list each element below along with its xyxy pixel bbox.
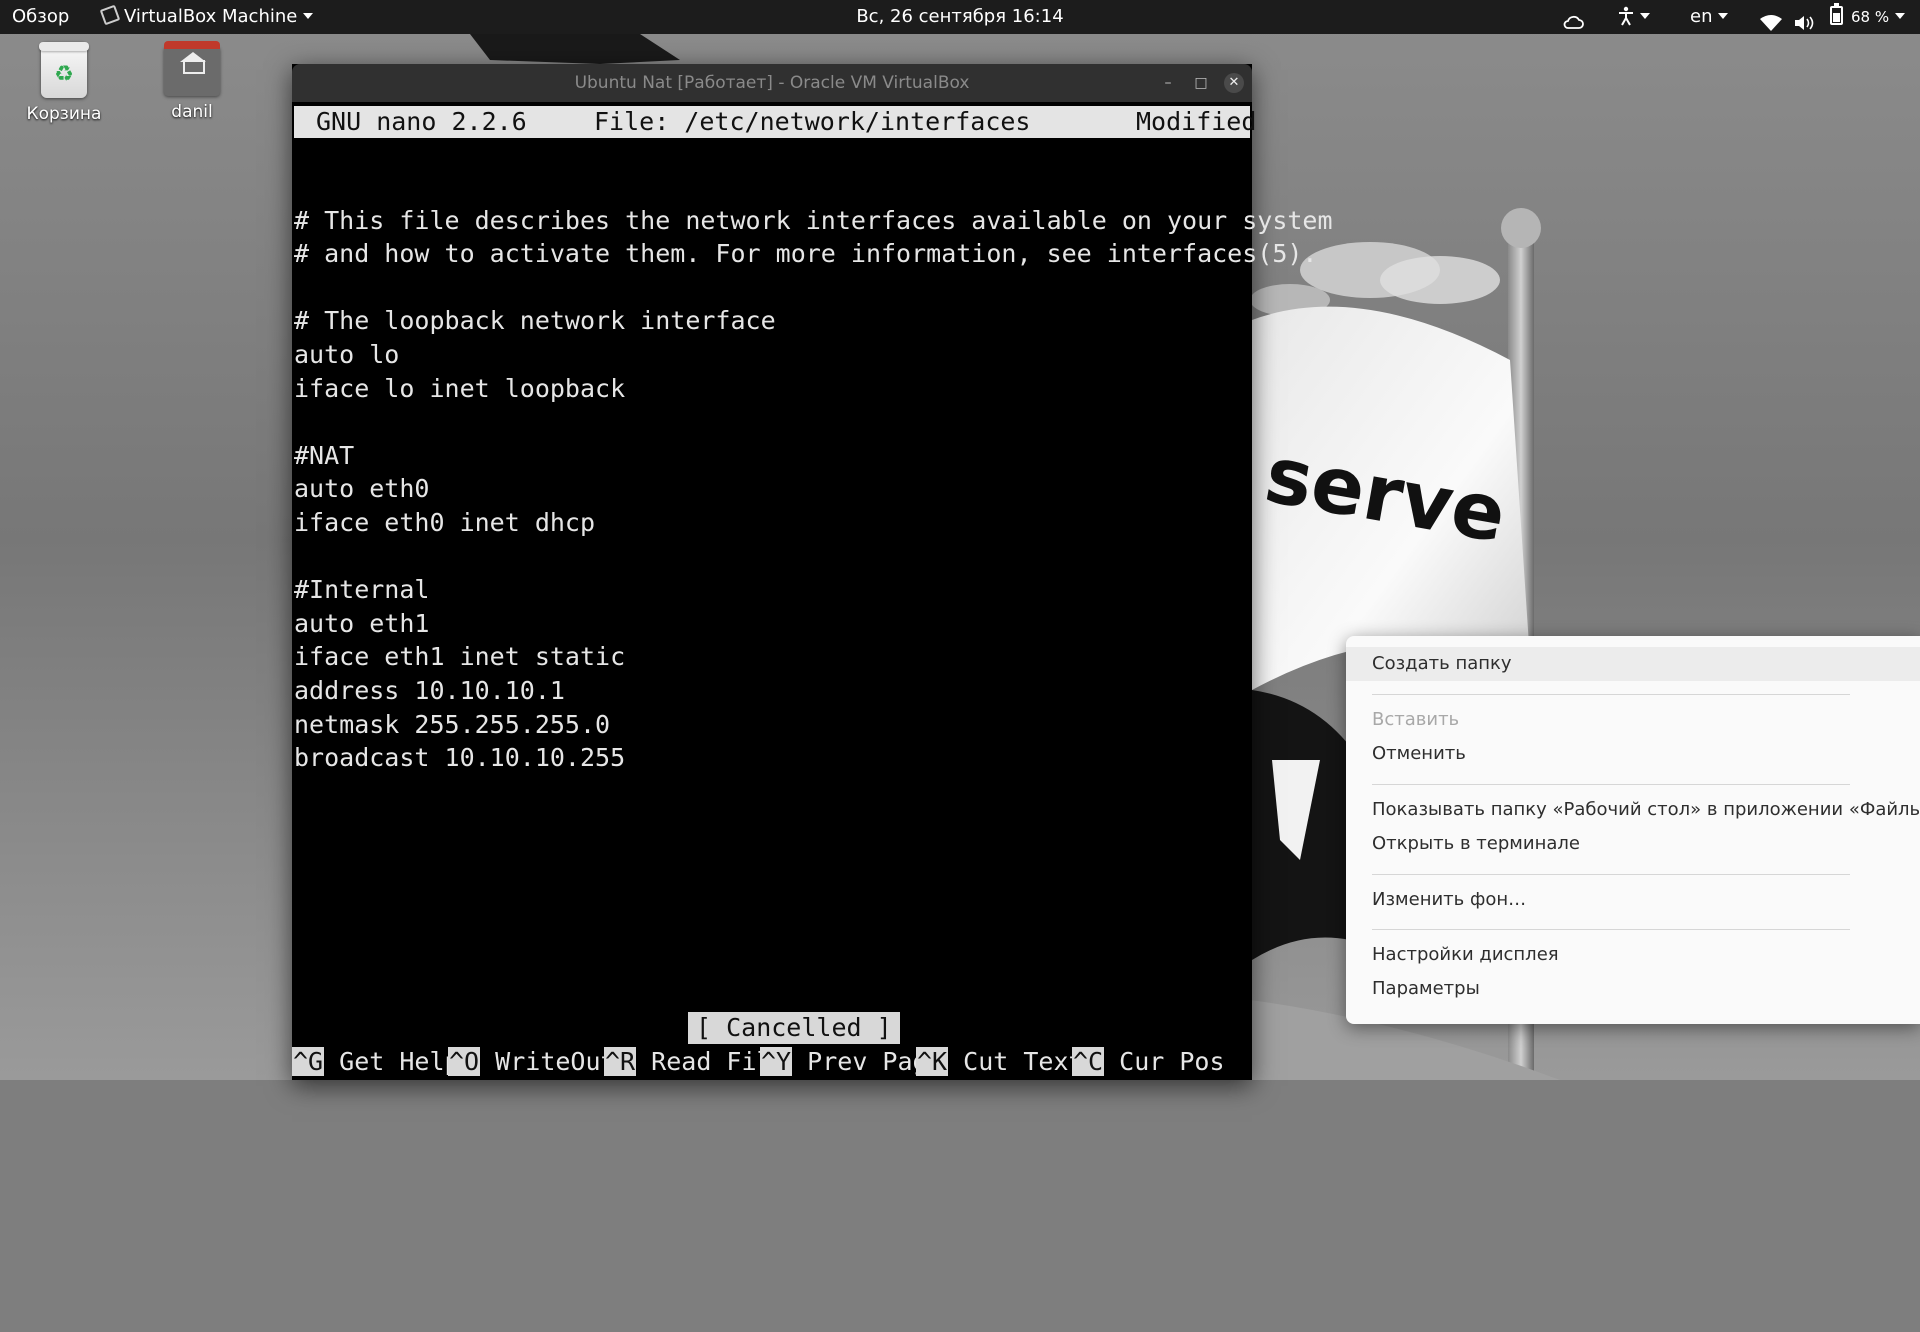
- shortcut-key: ^C: [1072, 1047, 1105, 1076]
- nano-line: [294, 170, 1234, 204]
- nano-status-message: [ Cancelled ]: [688, 1012, 900, 1044]
- menu-separator: [1372, 874, 1850, 875]
- menu-item-undo[interactable]: Отменить: [1346, 737, 1920, 771]
- chevron-down-icon: [303, 13, 314, 19]
- nano-line: netmask 255.255.255.0: [294, 709, 611, 739]
- nano-shortcut-bar: ^G Get Help ^O WriteOut ^R Read File ^Y …: [292, 1044, 1252, 1080]
- language-menu[interactable]: en: [1690, 0, 1729, 34]
- shortcut-cut-text: ^K Cut Text: [916, 1044, 1084, 1080]
- maximize-button[interactable]: □: [1191, 73, 1211, 93]
- trash-icon: ♻: [39, 42, 89, 98]
- menu-item-paste[interactable]: Вставить: [1346, 703, 1920, 737]
- top-bar: Обзор VirtualBox Machine Вс, 26 сентября…: [0, 0, 1920, 34]
- close-button[interactable]: ✕: [1224, 73, 1244, 93]
- nano-line: iface eth1 inet static: [294, 642, 626, 672]
- nano-line: iface lo inet loopback: [294, 373, 626, 403]
- clock[interactable]: Вс, 26 сентября 16:14: [856, 6, 1063, 27]
- shortcut-cur-pos: ^C Cur Pos: [1072, 1044, 1225, 1080]
- nano-header: GNU nano 2.2.6 File: /etc/network/interf…: [294, 106, 1256, 138]
- virtualbox-icon: [99, 4, 121, 26]
- window-title: Ubuntu Nat [Работает] - Oracle VM Virtua…: [574, 73, 970, 93]
- battery-percent: 68 %: [1851, 8, 1890, 26]
- menu-separator: [1372, 929, 1850, 930]
- nano-text-area[interactable]: # This file describes the network interf…: [294, 170, 1333, 775]
- shortcut-label: WriteOut: [495, 1047, 616, 1076]
- shortcut-writeout: ^O WriteOut: [448, 1044, 616, 1080]
- shortcut-label: Cut Text: [963, 1047, 1084, 1076]
- nano-line: [294, 540, 1234, 574]
- nano-line: auto eth0: [294, 474, 430, 504]
- wifi-icon[interactable]: [1760, 9, 1782, 31]
- chevron-down-icon: [1640, 13, 1650, 19]
- window-titlebar[interactable]: Ubuntu Nat [Работает] - Oracle VM Virtua…: [292, 64, 1252, 102]
- accessibility-icon: [1619, 6, 1633, 26]
- virtualbox-window[interactable]: Ubuntu Nat [Работает] - Oracle VM Virtua…: [292, 64, 1333, 1080]
- nano-line: [294, 271, 1234, 305]
- chevron-down-icon: [1895, 13, 1906, 19]
- menu-item-change-background[interactable]: Изменить фон…: [1346, 883, 1920, 917]
- app-menu[interactable]: VirtualBox Machine: [99, 0, 314, 34]
- nano-line: auto lo: [294, 339, 400, 369]
- shortcut-key: ^K: [916, 1047, 949, 1076]
- app-menu-label: VirtualBox Machine: [124, 6, 298, 27]
- cloud-icon[interactable]: [1562, 8, 1584, 29]
- minimize-button[interactable]: –: [1158, 73, 1178, 93]
- nano-filename: File: /etc/network/interfaces: [594, 107, 1031, 136]
- desktop-icon-home[interactable]: danil: [142, 41, 242, 122]
- shortcut-key: ^G: [292, 1047, 325, 1076]
- desktop-context-menu: Создать папку Вставить Отменить Показыва…: [1346, 636, 1920, 1024]
- nano-line: # This file describes the network interf…: [294, 205, 1333, 235]
- nano-line: # and how to activate them. For more inf…: [294, 239, 1318, 269]
- shortcut-key: ^R: [604, 1047, 637, 1076]
- nano-editor[interactable]: GNU nano 2.2.6 File: /etc/network/interf…: [292, 102, 1333, 1080]
- menu-item-settings[interactable]: Параметры: [1346, 972, 1920, 1006]
- nano-line: iface eth0 inet dhcp: [294, 507, 596, 537]
- nano-line: address 10.10.10.1: [294, 675, 565, 705]
- shortcut-label: Cur Pos: [1119, 1047, 1225, 1076]
- desktop-icon-trash[interactable]: ♻ Корзина: [14, 42, 114, 124]
- nano-modified-flag: Modified: [1136, 107, 1257, 136]
- menu-item-open-terminal[interactable]: Открыть в терминале: [1346, 827, 1920, 861]
- desktop-icon-label: danil: [171, 102, 213, 122]
- nano-line: #Internal: [294, 575, 430, 605]
- nano-line: # The loopback network interface: [294, 306, 776, 336]
- shortcut-key: ^Y: [760, 1047, 793, 1076]
- shortcut-get-help: ^G Get Help: [292, 1044, 460, 1080]
- home-folder-icon: [164, 41, 220, 96]
- shortcut-key: ^O: [448, 1047, 481, 1076]
- menu-item-display-settings[interactable]: Настройки дисплея: [1346, 938, 1920, 972]
- battery-status[interactable]: 68 %: [1830, 0, 1906, 34]
- nano-line: [294, 405, 1234, 439]
- shortcut-label: Get Help: [339, 1047, 460, 1076]
- menu-item-show-in-files[interactable]: Показывать папку «Рабочий стол» в прилож…: [1346, 793, 1920, 827]
- nano-line: broadcast 10.10.10.255: [294, 743, 626, 773]
- nano-line: auto eth1: [294, 608, 430, 638]
- desktop-icon-label: Корзина: [26, 104, 102, 124]
- menu-item-new-folder[interactable]: Создать папку: [1346, 647, 1920, 681]
- volume-icon[interactable]: [1794, 9, 1816, 30]
- activities-button[interactable]: Обзор: [12, 0, 69, 34]
- battery-icon: [1830, 3, 1843, 25]
- accessibility-menu[interactable]: [1618, 0, 1650, 34]
- nano-version: GNU nano 2.2.6: [316, 107, 527, 136]
- menu-separator: [1372, 694, 1850, 695]
- nano-line: #NAT: [294, 440, 355, 470]
- menu-separator: [1372, 784, 1850, 785]
- language-label: en: [1690, 6, 1713, 27]
- chevron-down-icon: [1718, 13, 1729, 19]
